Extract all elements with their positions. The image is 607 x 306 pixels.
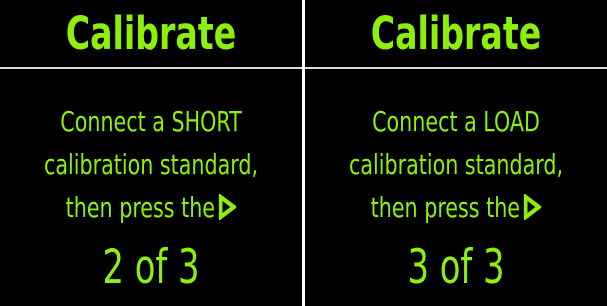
step-counter: 3 of 3 [407, 240, 505, 295]
instruction-text: then press the [65, 191, 216, 224]
screen-title: Calibrate [65, 6, 237, 60]
instruction-text: then press the [370, 191, 521, 224]
step-counter: 2 of 3 [102, 240, 200, 295]
play-icon [523, 194, 542, 220]
instruction-line: Connect a SHORT [60, 105, 242, 138]
title-divider [305, 67, 607, 69]
calibrate-screen-load: Calibrate Connect a LOAD calibration sta… [305, 0, 607, 306]
instruction-message: Connect a LOAD calibration standard, the… [305, 100, 607, 229]
title-divider [0, 67, 302, 69]
instruction-line: calibration standard, [348, 148, 564, 181]
screen-title: Calibrate [370, 6, 542, 60]
instruction-line: calibration standard, [43, 148, 259, 181]
play-icon [218, 194, 237, 220]
instruction-line-with-icon: then press the [27, 186, 275, 229]
calibrate-screen-short: Calibrate Connect a SHORT calibration st… [0, 0, 302, 306]
instruction-line-with-icon: then press the [332, 186, 580, 229]
instruction-message: Connect a SHORT calibration standard, th… [0, 100, 302, 229]
instruction-line: Connect a LOAD [372, 105, 540, 138]
